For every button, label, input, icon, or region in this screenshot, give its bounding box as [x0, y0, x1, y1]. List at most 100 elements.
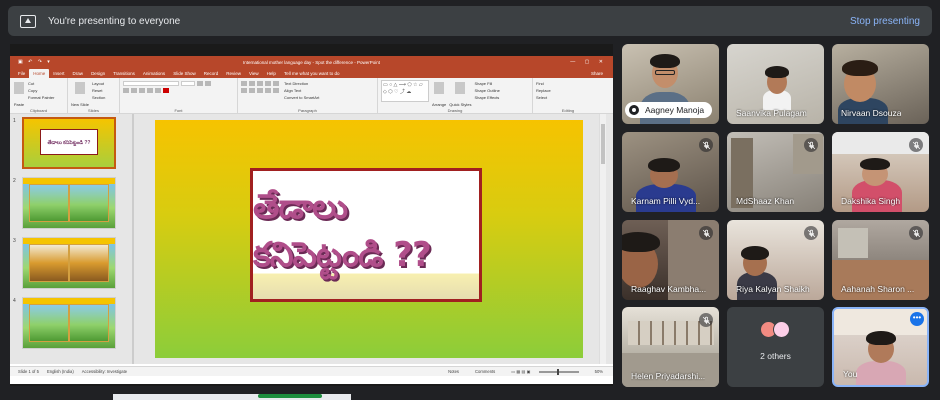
group-paragraph: Text Direction Align Text Convert to Sma… — [238, 78, 378, 113]
italic-icon[interactable] — [131, 88, 137, 93]
comments-button[interactable]: Comments — [475, 369, 495, 374]
notes-button[interactable]: Notes — [448, 369, 459, 374]
participant-tile[interactable]: Nirvaan Dsouza — [832, 44, 929, 124]
participant-tile[interactable]: Raaghav Kambha... — [622, 220, 719, 300]
paste-button[interactable]: Paste — [13, 101, 25, 108]
slide-thumbnail-1[interactable]: తేడాలు కనిపెట్టండి ?? — [22, 117, 116, 169]
tab-review[interactable]: Review — [222, 69, 245, 78]
stop-presenting-button[interactable]: Stop presenting — [850, 16, 920, 27]
participant-tile[interactable]: MdShaaz Khan — [727, 132, 824, 212]
font-name-box[interactable] — [123, 81, 179, 86]
bottom-indicator — [258, 394, 322, 398]
bullets-icon[interactable] — [241, 81, 247, 86]
shared-screen: ▣ ↶ ↷ ▾ International mother language da… — [10, 44, 613, 386]
replace-button[interactable]: Replace — [536, 87, 600, 94]
shape-effects-button[interactable]: Shape Effects — [474, 94, 499, 101]
ppt-status-bar: Slide 1 of 5 English (India) Accessibili… — [10, 366, 613, 376]
accessibility-indicator[interactable]: Accessibility: Investigate — [82, 369, 127, 374]
bold-icon[interactable] — [123, 88, 129, 93]
others-tile[interactable]: 2 others — [727, 307, 824, 387]
group-slides: New Slide Layout Reset Section Slides — [68, 78, 120, 113]
slide-number: 4 — [13, 298, 16, 304]
participant-tile[interactable]: Aagney Manoja — [622, 44, 719, 124]
select-button[interactable]: Select — [536, 94, 600, 101]
justify-icon[interactable] — [265, 88, 271, 93]
arrange-icon[interactable] — [434, 82, 445, 94]
shapes-gallery[interactable]: ▭ ○ △ ⟶ ⬠ ☆ ▱ ◇ ⬡ ♡ ⤴ ☁ — [381, 80, 429, 102]
present-screen-icon — [20, 14, 36, 28]
slide-thumbnail-3[interactable] — [22, 237, 116, 289]
thumb-image-left — [29, 304, 69, 342]
tab-home[interactable]: Home — [29, 69, 50, 78]
slide-number: 3 — [13, 238, 16, 244]
more-options-icon[interactable]: ••• — [910, 312, 924, 326]
tab-insert[interactable]: Insert — [49, 69, 68, 78]
find-button[interactable]: Find — [536, 80, 600, 87]
current-slide[interactable]: తేడాలు కనిపెట్టండి ?? — [155, 120, 583, 358]
columns-icon[interactable] — [273, 88, 279, 93]
text-direction-button[interactable]: Text Direction — [284, 80, 319, 87]
shape-outline-button[interactable]: Shape Outline — [474, 87, 499, 94]
shape-fill-button[interactable]: Shape Fill — [474, 80, 499, 87]
underline-icon[interactable] — [139, 88, 145, 93]
scrollbar-thumb[interactable] — [601, 124, 605, 164]
tab-file[interactable]: File — [14, 69, 29, 78]
tab-help[interactable]: Help — [263, 69, 280, 78]
font-size-box[interactable] — [181, 81, 195, 86]
quick-access-icons[interactable]: ▣ ↶ ↷ ▾ — [18, 59, 52, 65]
participant-tile[interactable]: Helen Priyadarshi... — [622, 307, 719, 387]
quick-styles-button[interactable]: Quick Styles — [449, 101, 471, 108]
participant-tile[interactable]: Riya Kalyan Shaikh — [727, 220, 824, 300]
vertical-scrollbar[interactable] — [599, 114, 606, 364]
participant-tile[interactable]: Saanvika Pulagam — [727, 44, 824, 124]
tab-draw[interactable]: Draw — [69, 69, 88, 78]
align-center-icon[interactable] — [249, 88, 255, 93]
participant-tile[interactable]: Aahanah Sharon ... — [832, 220, 929, 300]
language-indicator[interactable]: English (India) — [47, 369, 74, 374]
zoom-slider[interactable] — [538, 368, 579, 375]
view-buttons[interactable]: ▭ ▦ ▤ ▣ — [511, 369, 530, 374]
paste-icon[interactable] — [14, 82, 24, 94]
slide-thumbnail-4[interactable] — [22, 297, 116, 349]
participant-tile[interactable]: Dakshika Singh — [832, 132, 929, 212]
section-button[interactable]: Section — [92, 94, 105, 101]
group-label-slides: Slides — [88, 108, 99, 113]
line-spacing-icon[interactable] — [273, 81, 279, 86]
tell-me-box[interactable]: Tell me what you want to do — [280, 69, 344, 78]
indent-icon[interactable] — [257, 81, 263, 86]
format-painter-button[interactable]: Format Painter — [28, 94, 54, 101]
self-tile[interactable]: ••• You — [832, 307, 929, 387]
tab-view[interactable]: View — [245, 69, 263, 78]
new-slide-icon[interactable] — [75, 82, 85, 94]
window-controls[interactable]: — ▢ ✕ — [570, 59, 607, 65]
arrange-button[interactable]: Arrange — [432, 101, 446, 108]
tab-slide-show[interactable]: Slide Show — [169, 69, 200, 78]
share-button[interactable]: Share — [587, 69, 607, 78]
align-left-icon[interactable] — [241, 88, 247, 93]
align-text-button[interactable]: Align Text — [284, 87, 319, 94]
cut-button[interactable]: Cut — [28, 80, 54, 87]
reset-button[interactable]: Reset — [92, 87, 105, 94]
layout-button[interactable]: Layout — [92, 80, 105, 87]
char-spacing-icon[interactable] — [155, 88, 161, 93]
tab-design[interactable]: Design — [87, 69, 109, 78]
new-slide-button[interactable]: New Slide — [71, 101, 89, 108]
outdent-icon[interactable] — [265, 81, 271, 86]
tab-animations[interactable]: Animations — [139, 69, 169, 78]
align-right-icon[interactable] — [257, 88, 263, 93]
participant-tile[interactable]: Karnam Pilli Vyd... — [622, 132, 719, 212]
participant-name: You — [843, 369, 858, 379]
tab-record[interactable]: Record — [200, 69, 223, 78]
copy-button[interactable]: Copy — [28, 87, 54, 94]
slide-title-box[interactable]: తేడాలు కనిపెట్టండి ?? — [250, 168, 482, 302]
tab-transitions[interactable]: Transitions — [109, 69, 139, 78]
slide-thumbnail-2[interactable] — [22, 177, 116, 229]
strikethrough-icon[interactable] — [147, 88, 153, 93]
zoom-level[interactable]: 50% — [595, 369, 603, 374]
font-color-icon[interactable] — [163, 88, 169, 93]
muted-mic-icon — [909, 138, 923, 152]
quick-styles-icon[interactable] — [455, 82, 466, 94]
convert-smartart-button[interactable]: Convert to SmartArt — [284, 94, 319, 101]
muted-mic-icon — [909, 226, 923, 240]
numbering-icon[interactable] — [249, 81, 255, 86]
